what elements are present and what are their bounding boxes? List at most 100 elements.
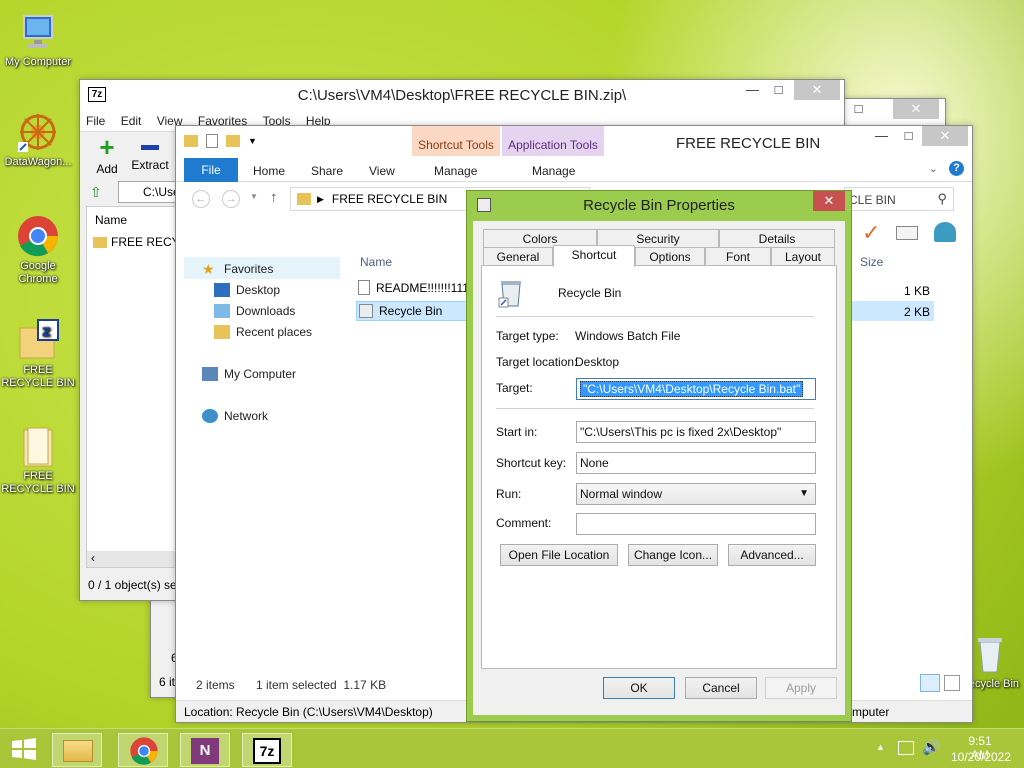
clock-date[interactable]: 10/20/2022: [946, 750, 1016, 764]
start-button[interactable]: [10, 737, 38, 761]
tab-share[interactable]: Share: [311, 164, 343, 178]
tab-font[interactable]: Font: [705, 247, 771, 265]
nav-downloads[interactable]: Downloads: [214, 304, 295, 318]
downloads-icon: [214, 304, 230, 318]
nav-computer-label: My Computer: [224, 367, 297, 381]
desktop-icon-free-recycle-bin-folder[interactable]: FREE RECYCLE BIN: [0, 424, 76, 496]
shortcut-tab-page: Recycle Bin Target type: Windows Batch F…: [481, 265, 837, 669]
forward-button[interactable]: →: [222, 190, 240, 208]
file-name: Recycle Bin: [379, 304, 443, 318]
nav-desktop[interactable]: Desktop: [214, 283, 280, 297]
scroll-left-arrow-icon[interactable]: ‹: [91, 551, 95, 565]
plus-icon: +: [99, 132, 115, 162]
properties-dialog[interactable]: Recycle Bin Properties ✕ Colors Security…: [466, 190, 852, 722]
tab-view[interactable]: View: [369, 164, 395, 178]
taskbar-onenote[interactable]: N: [180, 733, 230, 767]
view-large-icons-button[interactable]: [944, 675, 960, 691]
maximize-button[interactable]: □: [845, 99, 872, 119]
desktop-icon-chrome[interactable]: Google Chrome: [0, 214, 76, 286]
change-icon-button[interactable]: Change Icon...: [628, 544, 718, 566]
file-row-selected[interactable]: Recycle Bin: [356, 301, 470, 321]
7zip-path-text: C:\Users: [143, 185, 177, 199]
column-header-name[interactable]: Name: [360, 255, 392, 269]
7zip-path-field[interactable]: C:\Users: [118, 181, 178, 203]
extract-button[interactable]: Extract: [128, 136, 172, 172]
tab-home[interactable]: Home: [253, 164, 285, 178]
network-tray-icon[interactable]: [898, 741, 914, 755]
up-button[interactable]: ↑: [270, 189, 278, 206]
new-folder-icon[interactable]: [226, 135, 240, 147]
7zip-titlebar[interactable]: 7z C:\Users\VM4\Desktop\FREE RECYCLE BIN…: [80, 80, 844, 110]
file-row[interactable]: README!!!!!!!111: [358, 280, 469, 295]
explorer-titlebar[interactable]: ▼ Shortcut Tools Application Tools FREE …: [176, 126, 972, 156]
desktop-icon-datawagon[interactable]: DataWagon...: [0, 110, 76, 169]
menu-file[interactable]: File: [80, 110, 111, 128]
taskbar-file-explorer[interactable]: [52, 733, 102, 767]
desktop-icon-label: FREE RECYCLE BIN: [1, 470, 75, 495]
menu-edit[interactable]: Edit: [115, 110, 148, 128]
tab-manage-application[interactable]: Manage: [532, 164, 575, 178]
dialog-close-button[interactable]: ✕: [813, 191, 845, 211]
desktop-icon-free-recycle-bin-zip[interactable]: z FREE RECYCLE BIN: [0, 318, 76, 390]
advanced-button[interactable]: Advanced...: [728, 544, 816, 566]
tab-file[interactable]: File: [184, 158, 238, 182]
ok-button[interactable]: OK: [603, 677, 675, 699]
dropdown-arrow-icon[interactable]: ▼: [248, 136, 257, 146]
taskbar-chrome[interactable]: [118, 733, 168, 767]
minimize-button[interactable]: —: [739, 80, 766, 100]
close-button[interactable]: ✕: [922, 126, 968, 146]
windows-logo-icon: [12, 738, 36, 760]
7zip-icon: 7z: [253, 738, 281, 764]
close-button[interactable]: ✕: [893, 99, 939, 119]
search-box[interactable]: CLE BIN ⚲: [844, 187, 954, 211]
recent-locations-icon[interactable]: ▼: [250, 192, 258, 201]
tab-shortcut[interactable]: Shortcut: [553, 245, 635, 267]
apply-button[interactable]: Apply: [765, 677, 837, 699]
tab-layout[interactable]: Layout: [771, 247, 835, 265]
cancel-button[interactable]: Cancel: [685, 677, 757, 699]
volume-icon[interactable]: 🔊: [922, 738, 941, 756]
comment-label: Comment:: [496, 516, 552, 530]
7zip-file-list[interactable]: Name FREE RECYCLE BIN ‹: [86, 206, 226, 568]
column-header-name[interactable]: Name: [95, 213, 127, 227]
tab-general[interactable]: General: [483, 247, 553, 265]
comment-field[interactable]: [576, 513, 816, 535]
shortcut-key-field[interactable]: None: [576, 452, 816, 474]
up-folder-icon[interactable]: ⇧: [90, 184, 102, 201]
taskbar-7zip[interactable]: 7z: [242, 733, 292, 767]
computer-icon: [16, 10, 60, 54]
shortcut-icon: [359, 304, 373, 318]
maximize-button[interactable]: □: [895, 126, 922, 146]
desktop-icon-my-computer[interactable]: My Computer: [0, 10, 76, 69]
target-field[interactable]: "C:\Users\VM4\Desktop\Recycle Bin.bat": [576, 378, 816, 400]
nav-desktop-label: Desktop: [236, 283, 281, 297]
ribbon-expand-icon[interactable]: ⌄: [929, 162, 938, 175]
desktop-icon-label: FREE RECYCLE BIN: [1, 364, 75, 389]
properties-icon[interactable]: [206, 134, 218, 148]
start-in-field[interactable]: "C:\Users\This pc is fixed 2x\Desktop": [576, 421, 816, 443]
nav-favorites[interactable]: ★ Favorites: [202, 262, 273, 276]
show-hidden-icons[interactable]: ▲: [876, 742, 885, 752]
view-details-button[interactable]: [920, 674, 940, 692]
column-header-size[interactable]: Size: [860, 255, 883, 269]
add-button[interactable]: + Add: [92, 132, 122, 176]
close-button[interactable]: ✕: [794, 80, 840, 100]
start-in-label: Start in:: [496, 425, 538, 439]
run-select[interactable]: Normal window ▼: [576, 483, 816, 505]
horizontal-scrollbar[interactable]: ‹: [87, 551, 175, 567]
tab-file-label: File: [201, 163, 221, 177]
tab-manage-shortcut[interactable]: Manage: [434, 164, 477, 178]
open-file-location-button[interactable]: Open File Location: [500, 544, 618, 566]
nav-network[interactable]: Network: [202, 409, 268, 423]
chrome-icon: [130, 737, 158, 765]
minimize-button[interactable]: —: [868, 126, 895, 146]
back-button[interactable]: ←: [192, 190, 210, 208]
maximize-button[interactable]: □: [765, 80, 792, 100]
divider: [496, 316, 814, 317]
dialog-body: Colors Security Details General Shortcut…: [473, 221, 845, 715]
help-icon[interactable]: ?: [949, 161, 964, 176]
nav-my-computer[interactable]: My Computer: [202, 367, 296, 381]
nav-recent-places[interactable]: Recent places: [214, 325, 312, 339]
tab-details[interactable]: Details: [719, 229, 835, 247]
tab-options[interactable]: Options: [635, 247, 705, 265]
